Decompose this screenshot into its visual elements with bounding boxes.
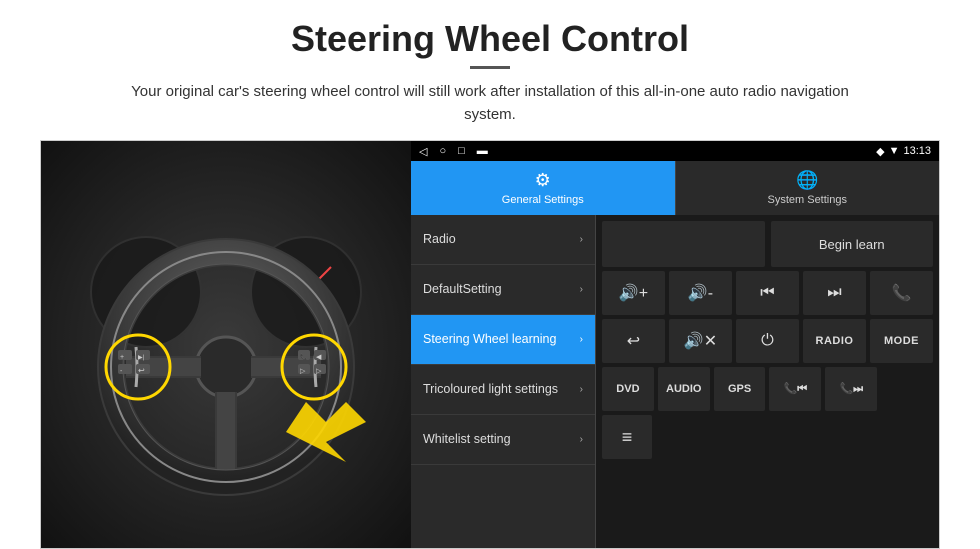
menu-item-tricoloured[interactable]: Tricoloured light settings › <box>411 365 595 415</box>
control-row-3: DVD AUDIO GPS 📞⏮ 📞⏭ <box>602 367 933 411</box>
nav-icons-group: ◁ ○ □ ▬ <box>419 145 488 158</box>
menu-item-default-setting[interactable]: DefaultSetting › <box>411 265 595 315</box>
tab-system-label: System Settings <box>768 194 847 206</box>
control-row-1: 🔊+ 🔊- ⏮ ⏭ 📞 <box>602 271 933 315</box>
vol-up-icon: 🔊+ <box>619 283 648 303</box>
tel-prev-icon: 📞⏮ <box>784 382 808 396</box>
next-icon: ⏭ <box>827 284 841 302</box>
page-title: Steering Wheel Control <box>291 18 689 60</box>
main-split: Radio › DefaultSetting › Steering Wheel … <box>411 215 939 548</box>
signal-icon: ▼ <box>889 145 900 157</box>
svg-text:▷: ▷ <box>316 368 322 375</box>
menu-steering-label: Steering Wheel learning <box>423 331 580 347</box>
tab-system-settings[interactable]: 🌐 System Settings <box>675 161 940 215</box>
phone-icon: 📞 <box>892 283 912 303</box>
hang-up-button[interactable]: ↩ <box>602 319 665 363</box>
radio-button[interactable]: RADIO <box>803 319 866 363</box>
gear-icon: ⚙ <box>535 170 551 191</box>
title-divider <box>470 66 510 69</box>
chevron-icon: › <box>580 384 583 395</box>
mode-label: MODE <box>884 335 919 347</box>
status-icons: ◆ ▼ 13:13 <box>876 145 931 158</box>
mute-button[interactable]: 🔊✕ <box>669 319 732 363</box>
dvd-button[interactable]: DVD <box>602 367 654 411</box>
page-subtitle: Your original car's steering wheel contr… <box>130 81 850 126</box>
tel-next-icon: 📞⏭ <box>839 382 863 396</box>
svg-text:◀: ◀ <box>316 354 322 361</box>
prev-icon: ⏮ <box>760 284 774 302</box>
left-menu: Radio › DefaultSetting › Steering Wheel … <box>411 215 596 548</box>
vol-up-button[interactable]: 🔊+ <box>602 271 665 315</box>
power-icon: ⏻ <box>761 332 774 350</box>
chevron-icon: › <box>580 284 583 295</box>
mode-button[interactable]: MODE <box>870 319 933 363</box>
tel-next-button[interactable]: 📞⏭ <box>825 367 877 411</box>
chevron-icon: › <box>580 334 583 345</box>
control-row-4: ≡ <box>602 415 933 459</box>
svg-text:↩: ↩ <box>138 366 145 375</box>
power-button[interactable]: ⏻ <box>736 319 799 363</box>
back-icon[interactable]: ◁ <box>419 145 427 158</box>
tab-general-label: General Settings <box>502 194 584 206</box>
android-ui-panel: ◁ ○ □ ▬ ◆ ▼ 13:13 ⚙ General Settings <box>411 141 939 548</box>
tab-bar: ⚙ General Settings 🌐 System Settings <box>411 161 939 215</box>
menu-item-whitelist[interactable]: Whitelist setting › <box>411 415 595 465</box>
car-image-panel: + ▶| - ↩ 📞 ◀ ▷ ▷ <box>41 141 411 548</box>
screenshot-icon[interactable]: ▬ <box>477 145 488 158</box>
recent-icon[interactable]: □ <box>458 145 465 158</box>
svg-text:📞: 📞 <box>300 353 308 361</box>
right-panel: Begin learn 🔊+ 🔊- ⏮ <box>596 215 939 548</box>
radio-label: RADIO <box>816 335 854 347</box>
menu-item-radio[interactable]: Radio › <box>411 215 595 265</box>
menu-default-label: DefaultSetting <box>423 281 580 297</box>
empty-input-box <box>602 221 765 267</box>
svg-text:▷: ▷ <box>300 368 306 375</box>
tab-general-settings[interactable]: ⚙ General Settings <box>411 161 675 215</box>
prev-track-button[interactable]: ⏮ <box>736 271 799 315</box>
audio-button[interactable]: AUDIO <box>658 367 710 411</box>
menu-whitelist-label: Whitelist setting <box>423 431 580 447</box>
globe-icon: 🌐 <box>796 170 818 191</box>
content-area: + ▶| - ↩ 📞 ◀ ▷ ▷ <box>40 140 940 549</box>
begin-learn-button[interactable]: Begin learn <box>771 221 934 267</box>
steering-wheel-svg: + ▶| - ↩ 📞 ◀ ▷ ▷ <box>56 192 396 497</box>
mute-icon: 🔊✕ <box>684 331 717 351</box>
top-row: Begin learn <box>602 221 933 267</box>
hang-icon: ↩ <box>627 331 640 351</box>
chevron-icon: › <box>580 234 583 245</box>
chevron-icon: › <box>580 434 583 445</box>
vol-down-button[interactable]: 🔊- <box>669 271 732 315</box>
clock: 13:13 <box>903 145 931 157</box>
location-icon: ◆ <box>876 145 884 158</box>
menu-item-steering-wheel[interactable]: Steering Wheel learning › <box>411 315 595 365</box>
svg-text:▶|: ▶| <box>138 355 145 361</box>
control-row-2: ↩ 🔊✕ ⏻ RADIO MODE <box>602 319 933 363</box>
svg-text:+: + <box>120 354 124 361</box>
next-track-button[interactable]: ⏭ <box>803 271 866 315</box>
phone-button[interactable]: 📞 <box>870 271 933 315</box>
list-icon: ≡ <box>622 427 633 448</box>
status-bar: ◁ ○ □ ▬ ◆ ▼ 13:13 <box>411 141 939 161</box>
gps-button[interactable]: GPS <box>714 367 766 411</box>
home-icon[interactable]: ○ <box>439 145 446 158</box>
tel-prev-button[interactable]: 📞⏮ <box>769 367 821 411</box>
menu-radio-label: Radio <box>423 231 580 247</box>
vol-down-icon: 🔊- <box>688 283 713 303</box>
list-icon-button[interactable]: ≡ <box>602 415 652 459</box>
menu-tricoloured-label: Tricoloured light settings <box>423 381 580 397</box>
